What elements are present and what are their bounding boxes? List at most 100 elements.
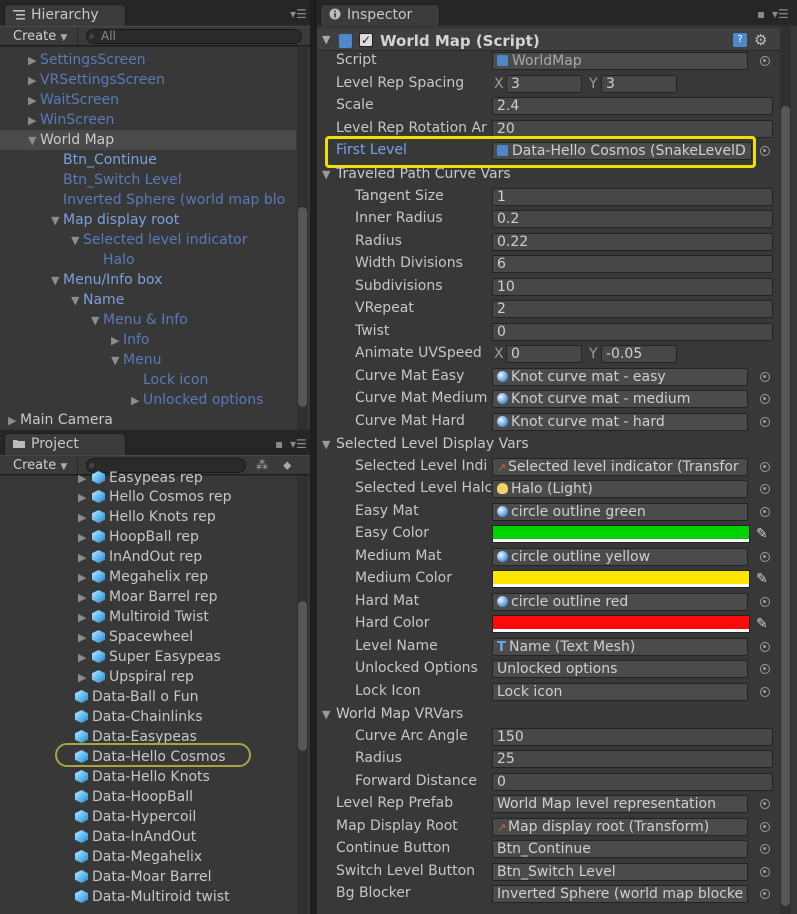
eyedropper-icon[interactable]: ✎ [756,527,770,541]
expand-arrow-icon[interactable]: ▶ [78,508,92,528]
collapse-arrow-icon[interactable]: ▼ [111,351,123,371]
project-item[interactable]: Data-Megahelix [75,847,202,867]
object-picker-icon[interactable] [760,507,770,517]
collapse-arrow-icon[interactable]: ▼ [91,311,103,331]
expand-arrow-icon[interactable]: ▶ [78,488,92,508]
selected-level-indicator-field[interactable]: ↗ Selected level indicator (Transfor [492,458,748,476]
map-display-root-field[interactable]: ↗ Map display root (Transform) [492,818,748,836]
vr-radius-input[interactable]: 25 [492,750,773,768]
object-picker-icon[interactable] [760,687,770,697]
expand-arrow-icon[interactable]: ▶ [78,469,92,489]
hierarchy-item[interactable]: ▼ Menu & Info [91,310,188,330]
expand-arrow-icon[interactable]: ▶ [78,628,92,648]
project-item[interactable]: ▶ Hello Cosmos rep [78,487,231,507]
help-icon[interactable]: ? [733,33,747,47]
project-scrollbar[interactable] [297,476,308,914]
object-picker-icon[interactable] [760,552,770,562]
project-item[interactable]: Data-InAndOut [75,827,196,847]
project-item[interactable]: ▶ Hello Knots rep [78,507,216,527]
easy-color-swatch[interactable] [492,525,750,543]
expand-arrow-icon[interactable]: ▶ [78,568,92,588]
hierarchy-item[interactable]: ▶ Unlocked options [131,390,263,410]
hard-color-swatch[interactable] [492,615,750,633]
collapse-arrow-icon[interactable]: ▼ [322,33,330,46]
object-picker-icon[interactable] [760,664,770,674]
expand-arrow-icon[interactable]: ▶ [28,91,40,111]
project-item[interactable]: Data-Ball o Fun [75,687,198,707]
object-picker-icon[interactable] [760,56,770,66]
hierarchy-item[interactable]: ▶ SettingsScreen [28,50,146,70]
eyedropper-icon[interactable]: ✎ [756,572,770,586]
hierarchy-item[interactable]: ▶ VRSettingsScreen [28,70,165,90]
animate-uvspeed-x-input[interactable]: 0 [506,345,582,363]
expand-arrow-icon[interactable]: ▶ [78,608,92,628]
medium-mat-field[interactable]: circle outline yellow [492,548,748,566]
project-item[interactable]: Data-HoopBall [75,787,193,807]
hierarchy-item[interactable]: ▼ Map display root [51,210,179,230]
hierarchy-item[interactable]: ▼ Menu [111,350,161,370]
hierarchy-item[interactable]: Btn_Switch Level [63,170,182,190]
section-header-vrvars[interactable]: ▼ World Map VRVars [322,704,463,724]
hard-mat-field[interactable]: circle outline red [492,593,748,611]
collapse-arrow-icon[interactable]: ▼ [322,165,336,185]
object-picker-icon[interactable] [760,799,770,809]
tab-inspector[interactable]: Inspector [320,4,440,26]
object-picker-icon[interactable] [760,484,770,494]
section-header-selected-level[interactable]: ▼ Selected Level Display Vars [322,434,529,454]
curve-mat-easy-field[interactable]: Knot curve mat - easy [492,368,748,386]
project-item-highlighted[interactable]: Data-Hello Cosmos [75,747,226,767]
collapse-arrow-icon[interactable]: ▼ [51,211,63,231]
object-picker-icon[interactable] [760,822,770,832]
lock-icon[interactable]: ▪ [275,438,283,450]
inspector-menu-icon[interactable]: ▾☰ [772,8,789,20]
hierarchy-item[interactable]: ▼ Selected level indicator [71,230,248,250]
project-item[interactable]: ▶ Easypeas rep [78,468,203,488]
project-create-button[interactable]: Create ▼ [8,457,78,474]
project-item[interactable]: Data-Chainlinks [75,707,203,727]
project-scroll-thumb[interactable] [298,601,307,751]
expand-arrow-icon[interactable]: ▶ [78,668,92,688]
hierarchy-item[interactable]: ▶ Main Camera [8,410,113,430]
project-item[interactable]: ▶ HoopBall rep [78,527,199,547]
scale-input[interactable]: 2.4 [492,97,773,115]
inner-radius-input[interactable]: 0.2 [492,210,773,228]
project-item[interactable]: ▶ Multiroid Twist [78,607,209,627]
level-rep-spacing-y-input[interactable]: 3 [601,75,677,93]
animate-uvspeed-y-input[interactable]: -0.05 [601,345,677,363]
level-rep-prefab-field[interactable]: World Map level representation [492,795,748,813]
expand-arrow-icon[interactable]: ▶ [28,111,40,131]
collapse-arrow-icon[interactable]: ▼ [322,435,336,455]
expand-arrow-icon[interactable]: ▶ [131,391,143,411]
selected-level-halo-field[interactable]: Halo (Light) [492,480,748,498]
object-picker-icon[interactable] [760,394,770,404]
hierarchy-item[interactable]: ▶ Info [111,330,150,350]
curve-mat-medium-field[interactable]: Knot curve mat - medium [492,390,748,408]
expand-arrow-icon[interactable]: ▶ [111,331,123,351]
hierarchy-item[interactable]: ▼ Menu/Info box [51,270,162,290]
component-enabled-checkbox[interactable]: ✓ [359,33,373,47]
hierarchy-item-selected[interactable]: ▼ World Map [0,130,296,150]
project-item[interactable]: ▶ Moar Barrel rep [78,587,217,607]
expand-arrow-icon[interactable]: ▶ [78,528,92,548]
easy-mat-field[interactable]: circle outline green [492,503,748,521]
project-item[interactable]: Data-Moar Barrel [75,867,212,887]
filter-by-label-icon[interactable]: ⬥ [283,458,297,472]
width-divisions-input[interactable]: 6 [492,255,773,273]
inspector-scroll-thumb[interactable] [781,106,790,906]
eyedropper-icon[interactable]: ✎ [756,617,770,631]
lock-icon[interactable]: ▪ [757,8,765,20]
vrepeat-input[interactable]: 2 [492,300,773,318]
collapse-arrow-icon[interactable]: ▼ [51,271,63,291]
project-item[interactable]: ▶ Spacewheel [78,627,193,647]
project-item[interactable]: ▶ InAndOut rep [78,547,202,567]
object-picker-icon[interactable] [760,146,770,156]
gear-icon[interactable]: ⚙ [754,31,767,49]
level-rep-spacing-x-input[interactable]: 3 [506,75,582,93]
medium-color-swatch[interactable] [492,570,750,588]
section-header-traveled-path[interactable]: ▼ Traveled Path Curve Vars [322,164,511,184]
hierarchy-item[interactable]: Inverted Sphere (world map blo [63,190,285,210]
hierarchy-item[interactable]: Lock icon [143,370,208,390]
collapse-arrow-icon[interactable]: ▼ [71,231,83,251]
project-item[interactable]: ▶ Super Easypeas [78,647,221,667]
continue-button-field[interactable]: Btn_Continue [492,840,748,858]
